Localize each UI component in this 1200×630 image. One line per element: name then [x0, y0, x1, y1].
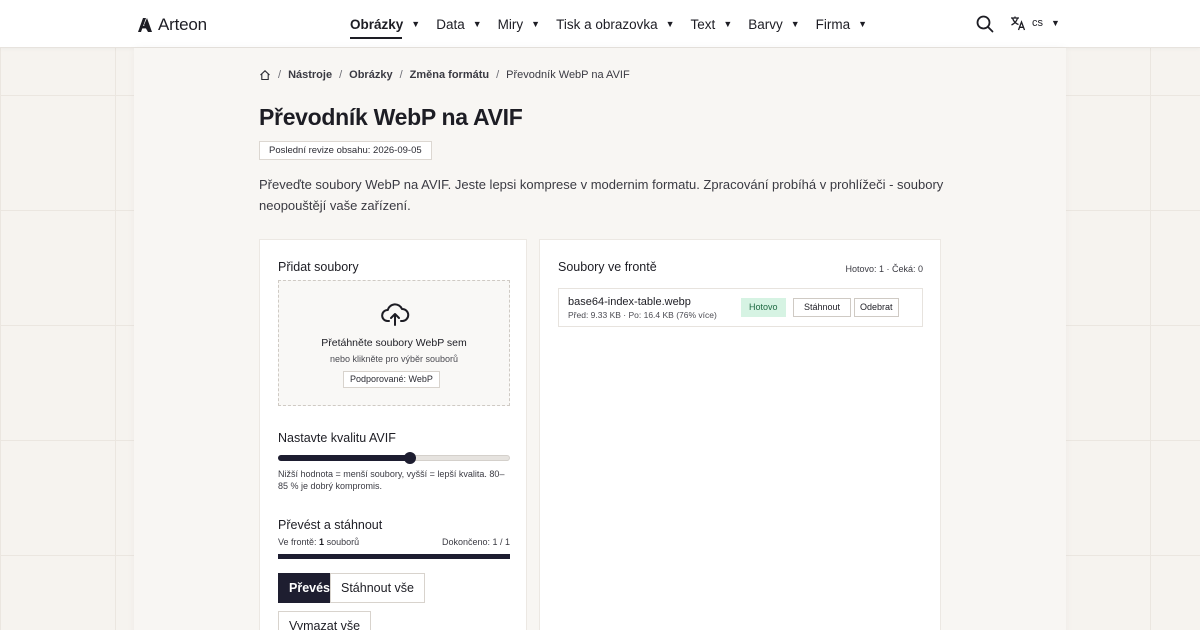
main-nav: Obrázky ▼ Data ▼ Miry ▼ Tisk a obrazovka… [350, 0, 883, 48]
nav-item-label: Tisk a obrazovka [556, 16, 658, 32]
breadcrumb-separator: / [399, 69, 403, 81]
nav-item-text[interactable]: Text ▼ [691, 17, 733, 32]
caret-down-icon: ▼ [531, 19, 541, 29]
caret-down-icon: ▼ [411, 19, 421, 29]
supported-formats-badge: Podporované: WebP [343, 371, 440, 388]
language-code: cs [1032, 17, 1043, 29]
conversion-progress-bar [278, 554, 510, 559]
queue-prefix: Ve frontě: [278, 537, 317, 547]
queue-panel: Soubory ve frontě Hotovo: 1 · Čeká: 0 ba… [539, 239, 941, 630]
breadcrumb-separator: / [496, 69, 500, 81]
caret-down-icon: ▼ [858, 19, 868, 29]
caret-down-icon: ▼ [472, 19, 482, 29]
dropzone-title: Přetáhněte soubory WebP sem [321, 337, 467, 349]
translate-icon [1011, 16, 1026, 31]
content-sheet: / Nástroje / Obrázky / Změna formátu / P… [134, 48, 1066, 630]
upload-heading: Přidat soubory [278, 260, 359, 274]
slider-fill [278, 455, 411, 461]
nav-item-label: Barvy [748, 16, 783, 32]
caret-down-icon: ▼ [1051, 18, 1060, 28]
breadcrumb-link-obrazky[interactable]: Obrázky [349, 69, 392, 81]
top-navigation-bar: Arteon Obrázky ▼ Data ▼ Miry ▼ Tisk a ob… [0, 0, 1200, 48]
queue-suffix: souborů [326, 537, 360, 547]
brand-name: Arteon [158, 15, 207, 34]
queue-count: 1 [319, 537, 325, 547]
nav-item-obrazky[interactable]: Obrázky ▼ [350, 16, 421, 39]
nav-item-label: Miry [497, 16, 524, 32]
file-dropzone[interactable]: Přetáhněte soubory WebP sem nebo kliknět… [278, 280, 510, 406]
search-icon[interactable] [976, 15, 994, 33]
caret-down-icon: ▼ [665, 19, 675, 29]
queue-status: Hotovo: 1 · Čeká: 0 [845, 264, 923, 274]
nav-item-label: Data [436, 16, 465, 32]
nav-item-label: Obrázky [350, 16, 404, 32]
breadcrumb-separator: / [278, 69, 282, 81]
slider-thumb[interactable] [404, 452, 417, 464]
file-row: base64-index-table.webp Před: 9.33 KB · … [558, 288, 923, 327]
nav-item-firma[interactable]: Firma ▼ [816, 17, 867, 32]
page-title: Převodník WebP na AVIF [259, 104, 523, 130]
remove-file-button[interactable]: Odebrat [854, 298, 899, 317]
nav-item-data[interactable]: Data ▼ [436, 17, 481, 32]
queue-count-text: Ve frontě: 1 souborů [278, 537, 359, 547]
queue-summary: Ve frontě: 1 souborů Dokončeno: 1 / 1 [278, 537, 510, 547]
nav-item-miry[interactable]: Miry ▼ [498, 17, 540, 32]
caret-down-icon: ▼ [723, 19, 733, 29]
breadcrumb-link-nastroje[interactable]: Nástroje [288, 69, 332, 81]
dropzone-subtitle: nebo klikněte pro výběr souborů [329, 354, 459, 364]
breadcrumb: / Nástroje / Obrázky / Změna formátu / P… [259, 69, 630, 81]
breadcrumb-link-zmena-formatu[interactable]: Změna formátu [410, 69, 489, 81]
convert-heading: Převést a stáhnout [278, 518, 383, 532]
status-badge: Hotovo [741, 298, 786, 317]
file-size-info: Před: 9.33 KB · Po: 16.4 KB (76% více) [568, 310, 717, 320]
breadcrumb-current: Převodník WebP na AVIF [506, 69, 630, 81]
download-file-button[interactable]: Stáhnout [793, 298, 852, 317]
brand-logo[interactable]: Arteon [137, 15, 207, 35]
home-icon[interactable] [259, 69, 271, 81]
intro-text: Převeďte soubory WebP na AVIF. Jeste lep… [259, 177, 944, 213]
progress-fill [278, 554, 510, 559]
logo-icon [138, 18, 152, 32]
download-all-button[interactable]: Stáhnout vše [330, 573, 425, 603]
breadcrumb-separator: / [339, 69, 343, 81]
queue-heading: Soubory ve frontě [558, 260, 657, 274]
quality-slider[interactable] [278, 452, 510, 464]
completed-count: Dokončeno: 1 / 1 [441, 537, 510, 547]
revision-badge: Poslední revize obsahu: 2026-09-05 [259, 141, 432, 160]
quality-heading: Nastavte kvalitu AVIF [278, 431, 396, 445]
language-selector[interactable]: cs ▼ [1010, 15, 1060, 31]
nav-item-label: Text [690, 16, 716, 32]
nav-item-label: Firma [815, 16, 851, 32]
nav-item-barvy[interactable]: Barvy ▼ [748, 17, 799, 32]
nav-item-tisk-a-obrazovka[interactable]: Tisk a obrazovka ▼ [556, 17, 674, 32]
quality-hint: Nižší hodnota = menší soubory, vyšší = l… [278, 469, 505, 491]
file-name: base64-index-table.webp [568, 296, 691, 308]
upload-panel: Přidat soubory Přetáhněte soubory WebP s… [259, 239, 527, 630]
cloud-upload-icon [381, 303, 410, 326]
caret-down-icon: ▼ [790, 19, 800, 29]
clear-all-button[interactable]: Vymazat vše [278, 611, 372, 630]
